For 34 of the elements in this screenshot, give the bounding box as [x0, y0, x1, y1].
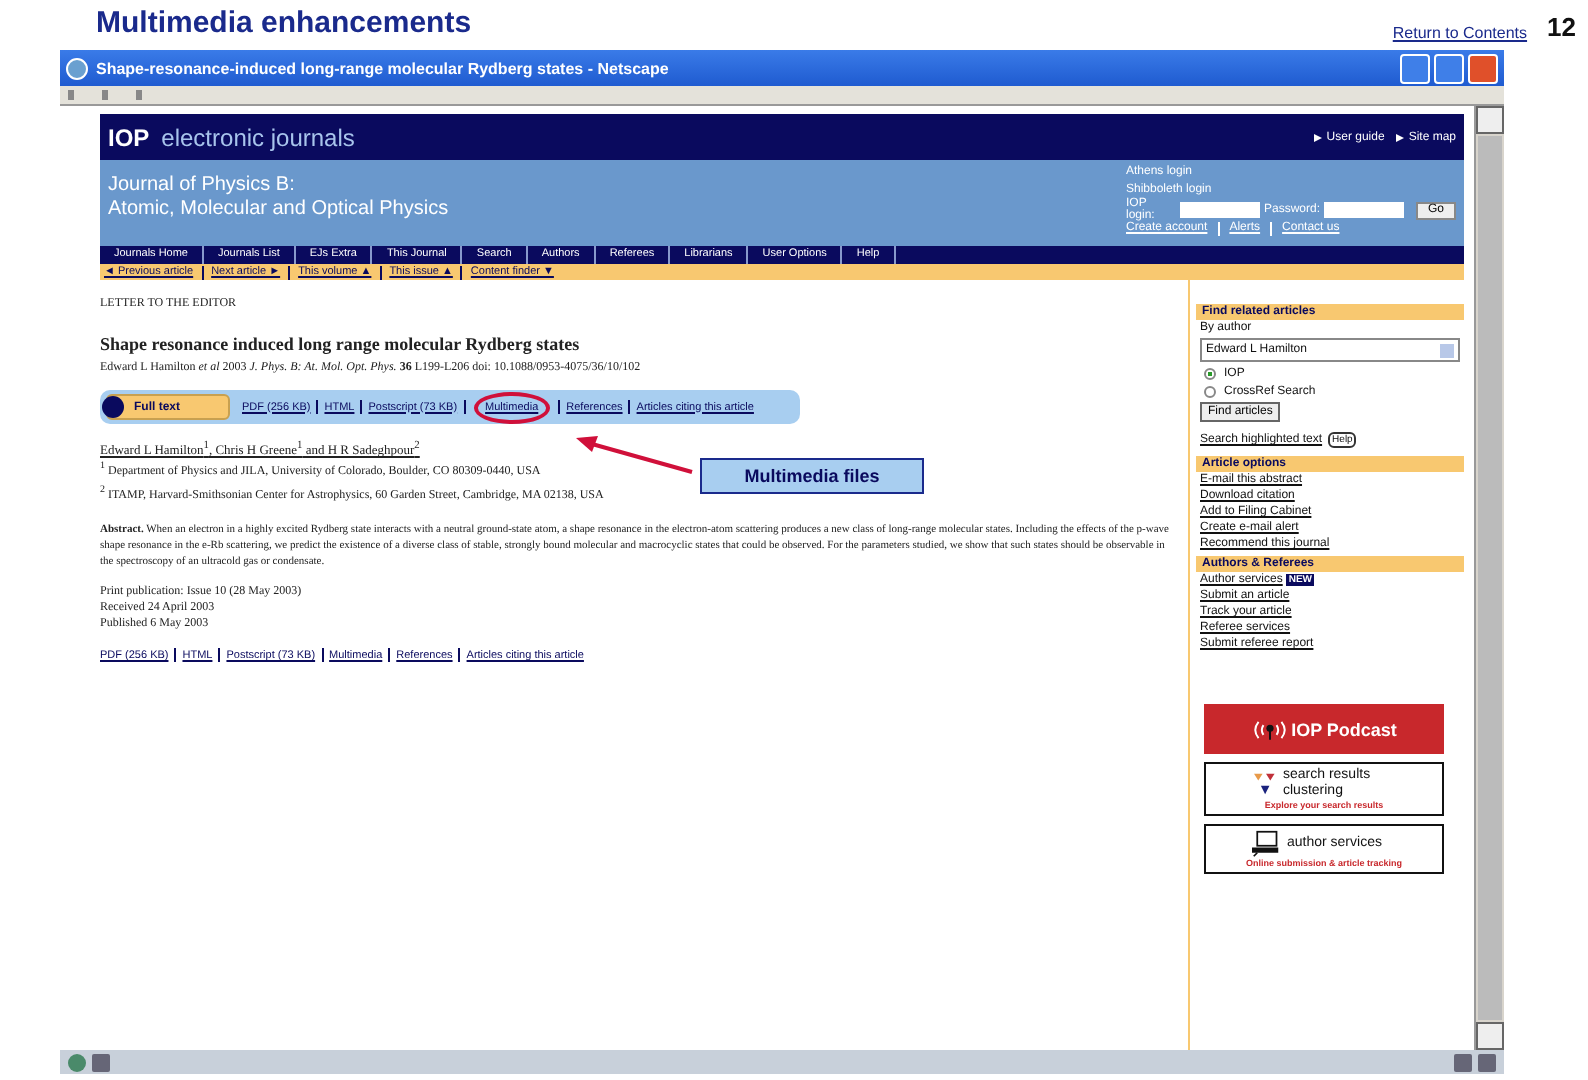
broadcast-icon: [1251, 717, 1288, 741]
login-field[interactable]: [1180, 202, 1260, 218]
globe-icon: [68, 1053, 86, 1071]
toolbar-grip-icon[interactable]: [68, 90, 74, 100]
radio-button[interactable]: [1204, 385, 1216, 397]
slide-title: Multimedia enhancements: [96, 6, 472, 40]
app-icon: [66, 57, 88, 79]
window-title: Shape-resonance-induced long-range molecular Rydberg states - Netscape: [96, 59, 671, 77]
page-number: 12: [1547, 12, 1576, 42]
password-field[interactable]: [1324, 202, 1404, 218]
site-name: electronic journals: [161, 123, 355, 151]
scroll-down-button[interactable]: [1476, 1022, 1504, 1050]
return-link[interactable]: Return to Contents: [1392, 24, 1528, 42]
journal-subtitle: Atomic, Molecular and Optical Physics: [108, 198, 449, 222]
scroll-up-button[interactable]: [1476, 106, 1504, 134]
callout-arrow: [576, 436, 696, 476]
podcast-banner[interactable]: IOP Podcast: [1204, 704, 1444, 754]
funnel-icon: [1253, 772, 1277, 796]
scroll-thumb[interactable]: [1478, 136, 1502, 1020]
scrollbar[interactable]: [1474, 106, 1504, 1050]
triangle-icon: [1314, 133, 1323, 141]
close-button[interactable]: [1468, 53, 1498, 83]
iop-logo: IOP: [108, 123, 150, 151]
toolbar-grip-icon[interactable]: [102, 90, 108, 100]
restore-button[interactable]: [1434, 53, 1464, 83]
callout-box: Multimedia files: [700, 458, 924, 494]
triangle-icon: [1396, 133, 1405, 141]
minimize-button[interactable]: [1400, 53, 1430, 83]
article-title: Shape resonance induced long range molecular Rydberg states: [100, 334, 582, 354]
play-icon: [102, 396, 124, 418]
computer-icon: [1249, 830, 1281, 858]
toolbar-grip-icon[interactable]: [136, 90, 142, 100]
journal-title: Journal of Physics B:: [108, 174, 297, 198]
radio-button[interactable]: [1204, 367, 1216, 379]
